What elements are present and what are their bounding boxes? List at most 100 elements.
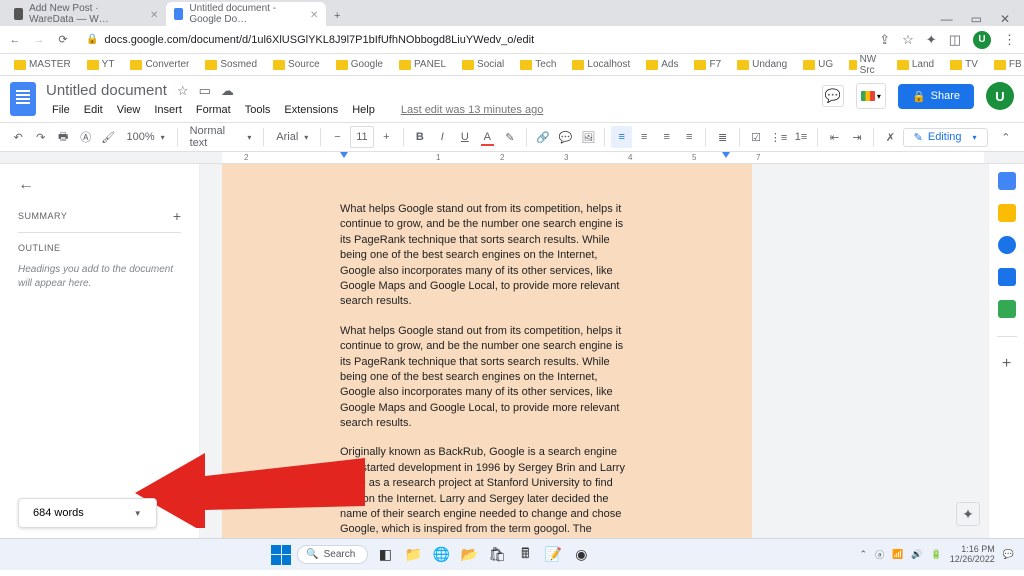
menu-help[interactable]: Help <box>346 102 381 118</box>
menu-format[interactable]: Format <box>190 102 237 118</box>
menu-extensions[interactable]: Extensions <box>278 102 344 118</box>
indent-dec-button[interactable]: ⇤ <box>824 126 845 148</box>
add-addon-button[interactable]: + <box>1002 355 1011 373</box>
bookmark-item[interactable]: Google <box>330 59 389 70</box>
bookmark-icon[interactable]: ☆ <box>902 32 914 48</box>
redo-button[interactable]: ↷ <box>31 126 52 148</box>
explorer-icon[interactable]: 📁 <box>402 544 424 566</box>
spellcheck-button[interactable]: Ⓐ <box>76 126 97 148</box>
zoom-select[interactable]: 100% <box>121 129 171 145</box>
paint-format-button[interactable]: 🖌 <box>98 126 119 148</box>
bookmark-item[interactable]: Social <box>456 59 510 70</box>
system-tray[interactable]: ⌃ ⓐ 📶 🔊 🔋 1:16 PM 12/26/2022 💬 <box>860 545 1014 565</box>
paragraph[interactable]: What helps Google stand out from its com… <box>340 324 634 432</box>
bookmark-item[interactable]: MASTER <box>8 59 77 70</box>
explore-button[interactable]: ✦ <box>956 502 980 526</box>
link-button[interactable]: 🔗 <box>533 126 554 148</box>
bookmark-item[interactable]: Localhost <box>566 59 636 70</box>
document-canvas[interactable]: What helps Google stand out from its com… <box>200 164 988 538</box>
menu-icon[interactable]: ⋮ <box>1003 32 1016 48</box>
tasks-icon[interactable] <box>998 236 1016 254</box>
editing-mode-button[interactable]: Editing▾ <box>903 128 988 147</box>
new-tab-button[interactable]: + <box>326 6 348 26</box>
bookmark-item[interactable]: PANEL <box>393 59 452 70</box>
contacts-icon[interactable] <box>998 268 1016 286</box>
close-icon[interactable]: ✕ <box>310 10 318 18</box>
minimize-icon[interactable]: — <box>941 12 953 26</box>
bookmark-item[interactable]: YT <box>81 59 121 70</box>
start-button[interactable] <box>271 545 291 565</box>
bookmark-item[interactable]: UG <box>797 59 839 70</box>
align-left-button[interactable]: ≡ <box>611 126 632 148</box>
bookmark-item[interactable]: TV <box>944 59 984 70</box>
align-justify-button[interactable]: ≡ <box>679 126 700 148</box>
reload-button[interactable]: ⟳ <box>56 33 70 46</box>
italic-button[interactable]: I <box>432 126 453 148</box>
bookmark-item[interactable]: Land <box>891 59 940 70</box>
indent-marker-icon[interactable] <box>340 152 348 158</box>
task-view-icon[interactable]: ◧ <box>374 544 396 566</box>
font-select[interactable]: Arial <box>270 129 314 145</box>
close-outline-button[interactable]: ← <box>18 176 181 194</box>
menu-tools[interactable]: Tools <box>239 102 277 118</box>
language-icon[interactable]: ⓐ <box>875 548 884 561</box>
bookmark-item[interactable]: Ads <box>640 59 684 70</box>
edge-icon[interactable]: 🌐 <box>430 544 452 566</box>
document-page[interactable]: What helps Google stand out from its com… <box>222 164 752 538</box>
collapse-toolbar-button[interactable]: ⌃ <box>996 131 1017 144</box>
bookmark-item[interactable]: FB <box>988 59 1024 70</box>
bookmark-item[interactable]: Source <box>267 59 326 70</box>
store-icon[interactable]: 🛍 <box>486 544 508 566</box>
folder-icon[interactable]: 📂 <box>458 544 480 566</box>
clear-format-button[interactable]: ✗ <box>880 126 901 148</box>
bookmark-item[interactable]: NW Src <box>843 54 887 76</box>
font-size-input[interactable]: 11 <box>350 126 374 148</box>
chevron-down-icon[interactable]: ▼ <box>134 509 142 518</box>
notifications-icon[interactable]: 💬 <box>1003 549 1014 560</box>
bookmark-item[interactable]: Sosmed <box>199 59 263 70</box>
chevron-up-icon[interactable]: ⌃ <box>860 549 868 560</box>
bullet-list-button[interactable]: ⋮≡ <box>768 126 789 148</box>
browser-tab-active[interactable]: Untitled document - Google Do… ✕ <box>166 2 326 26</box>
calendar-icon[interactable] <box>998 172 1016 190</box>
notepad-icon[interactable]: 📝 <box>542 544 564 566</box>
comment-button[interactable]: 💬 <box>555 126 576 148</box>
add-summary-button[interactable]: + <box>173 208 181 224</box>
line-spacing-button[interactable]: ≣ <box>712 126 733 148</box>
menu-view[interactable]: View <box>111 102 147 118</box>
close-icon[interactable]: ✕ <box>1000 12 1010 26</box>
menu-edit[interactable]: Edit <box>78 102 109 118</box>
meet-button[interactable]: ▾ <box>856 83 886 109</box>
star-icon[interactable]: ☆ <box>177 83 189 99</box>
browser-tab[interactable]: Add New Post · WareData — W… ✕ <box>6 2 166 26</box>
url-input[interactable]: 🔒 docs.google.com/document/d/1ul6XlUSGlY… <box>80 32 869 48</box>
extensions-icon[interactable]: ✦ <box>926 32 937 48</box>
doc-title-input[interactable]: Untitled document <box>46 82 167 99</box>
back-button[interactable]: ← <box>8 34 22 46</box>
forward-button[interactable]: → <box>32 34 46 46</box>
taskbar-search[interactable]: 🔍Search <box>297 545 368 564</box>
move-icon[interactable]: ▭ <box>199 83 211 99</box>
checklist-button[interactable]: ☑ <box>746 126 767 148</box>
font-size-dec-button[interactable]: − <box>327 126 348 148</box>
bookmark-item[interactable]: F7 <box>688 59 727 70</box>
paragraph[interactable]: What helps Google stand out from its com… <box>340 202 634 310</box>
wifi-icon[interactable]: 📶 <box>892 549 903 560</box>
battery-icon[interactable]: 🔋 <box>931 549 942 560</box>
docs-logo-icon[interactable] <box>10 82 36 116</box>
side-panel-icon[interactable]: ◫ <box>949 32 961 48</box>
indent-inc-button[interactable]: ⇥ <box>847 126 868 148</box>
close-icon[interactable]: ✕ <box>150 10 158 18</box>
comment-history-icon[interactable]: 💬 <box>822 85 844 107</box>
indent-marker-icon[interactable] <box>722 152 730 158</box>
keep-icon[interactable] <box>998 204 1016 222</box>
bold-button[interactable]: B <box>410 126 431 148</box>
undo-button[interactable]: ↶ <box>8 126 29 148</box>
ruler[interactable]: 2 1 2 3 4 5 7 <box>0 152 1024 164</box>
chrome-icon[interactable]: ◉ <box>570 544 592 566</box>
number-list-button[interactable]: 1≡ <box>791 126 812 148</box>
volume-icon[interactable]: 🔊 <box>911 549 922 560</box>
account-avatar[interactable]: U <box>986 82 1014 110</box>
menu-file[interactable]: File <box>46 102 76 118</box>
cloud-icon[interactable]: ☁ <box>221 83 234 99</box>
